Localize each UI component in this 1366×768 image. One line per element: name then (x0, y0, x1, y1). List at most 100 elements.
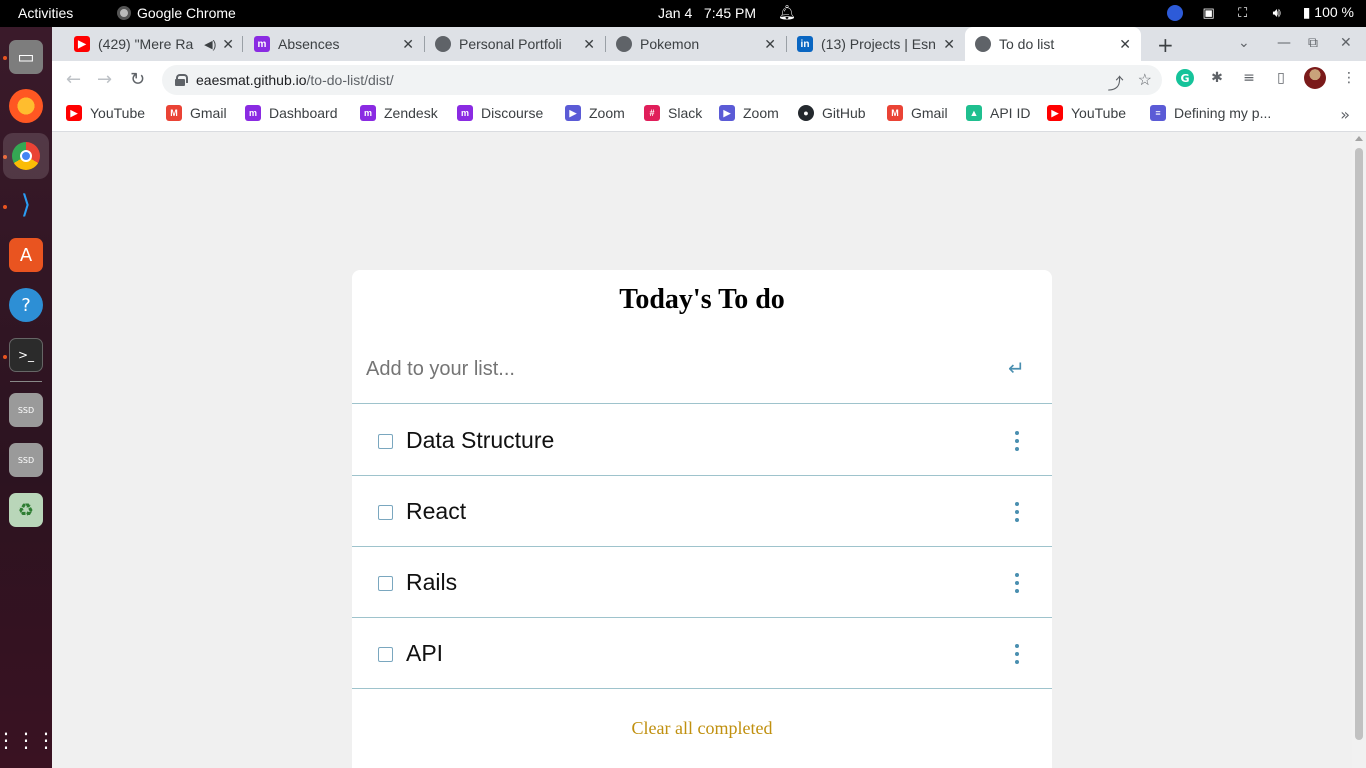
more-options-icon[interactable] (1012, 502, 1022, 522)
browser-window: ▶ (429) "Mere Ra ◀) ✕ m Absences ✕ Perso… (52, 27, 1366, 768)
tab-linkedin[interactable]: in (13) Projects | Esn ✕ (787, 27, 965, 61)
brand-icon: m (245, 105, 261, 121)
bookmark-label: YouTube (1071, 105, 1127, 121)
files-icon[interactable]: ▭ (9, 40, 43, 74)
vscode-icon[interactable]: ⟩ (9, 188, 43, 222)
bookmark-gmail[interactable]: M Gmail (166, 105, 227, 121)
trash-icon[interactable]: ♻ (9, 493, 43, 527)
disk-icon[interactable]: SSD (9, 393, 43, 427)
add-todo-input[interactable] (366, 354, 986, 384)
bookmark-star-icon[interactable]: ☆ (1138, 70, 1152, 94)
todo-item: API (352, 618, 1052, 689)
network-icon: ⛶ (1238, 4, 1248, 20)
clear-completed-button[interactable]: Clear all completed (352, 718, 1052, 739)
more-options-icon[interactable] (1012, 644, 1022, 664)
enter-icon[interactable]: ↵ (1008, 356, 1025, 380)
bookmark-label: Zendesk (384, 105, 438, 121)
todo-label[interactable]: Rails (406, 569, 457, 596)
tab-absences[interactable]: m Absences ✕ (244, 27, 424, 61)
bookmark-label: Dashboard (269, 105, 338, 121)
tab-portfolio[interactable]: Personal Portfoli ✕ (425, 27, 605, 61)
disk-icon[interactable]: SSD (9, 443, 43, 477)
bookmark-dashboard[interactable]: m Dashboard (245, 105, 338, 121)
minimize-icon[interactable]: — (1277, 35, 1291, 51)
app-menu[interactable]: Google Chrome (117, 5, 236, 21)
tab-search-icon[interactable]: ⌄ (1238, 35, 1250, 51)
clock[interactable]: Jan 4 7:45 PM (658, 5, 756, 21)
slack-icon: # (644, 105, 660, 121)
help-icon[interactable]: ? (9, 288, 43, 322)
software-center-icon[interactable]: A (9, 238, 43, 272)
todo-label[interactable]: React (406, 498, 466, 525)
scrollbar-thumb[interactable] (1355, 148, 1363, 740)
bookmark-youtube[interactable]: ▶ YouTube (1047, 105, 1126, 121)
audio-icon[interactable]: ◀) (204, 38, 216, 51)
tab-todo-list[interactable]: To do list ✕ (965, 27, 1141, 61)
menu-icon[interactable]: ⋮ (1340, 69, 1358, 87)
lock-icon[interactable] (174, 74, 188, 86)
close-tab-icon[interactable]: ✕ (943, 36, 955, 53)
todo-checkbox[interactable] (378, 434, 393, 449)
close-tab-icon[interactable]: ✕ (583, 36, 595, 53)
bookmark-label: YouTube (90, 105, 146, 121)
tab-youtube[interactable]: ▶ (429) "Mere Ra ◀) ✕ (64, 27, 244, 61)
firefox-icon[interactable] (9, 89, 43, 123)
media-icon[interactable]: ≡ (1240, 69, 1258, 87)
tab-pokemon[interactable]: Pokemon ✕ (606, 27, 786, 61)
todo-checkbox[interactable] (378, 576, 393, 591)
bookmark-label: Zoom (743, 105, 779, 121)
bookmarks-bar: ▶ YouTube M Gmail m Dashboard m Zendesk m Dis… (52, 99, 1366, 132)
zoom-tray-icon[interactable] (1166, 4, 1183, 21)
extensions-icon[interactable]: ✱ (1208, 69, 1226, 87)
app-name: Google Chrome (137, 5, 236, 21)
tab-title: Absences (278, 36, 340, 52)
back-icon[interactable]: ← (66, 69, 81, 90)
more-options-icon[interactable] (1012, 431, 1022, 451)
chrome-dock-icon[interactable] (3, 133, 49, 179)
close-window-icon[interactable]: ✕ (1340, 35, 1352, 51)
bookmark-github[interactable]: ● GitHub (798, 105, 866, 121)
address-bar[interactable]: eaesmat.github.io/to-do-list/dist/ ⤴ ☆ (162, 65, 1162, 95)
bookmark-youtube[interactable]: ▶ YouTube (66, 105, 145, 121)
bookmark-label: Defining my p... (1174, 105, 1272, 121)
forward-icon[interactable]: → (97, 69, 112, 90)
battery-label: 100 % (1314, 4, 1354, 20)
bookmark-gmail[interactable]: M Gmail (887, 105, 948, 121)
more-bookmarks-icon[interactable]: » (1340, 105, 1350, 124)
activities-button[interactable]: Activities (18, 5, 73, 21)
close-tab-icon[interactable]: ✕ (1119, 36, 1131, 53)
globe-icon (975, 36, 991, 52)
bookmark-zendesk[interactable]: m Zendesk (360, 105, 438, 121)
todo-checkbox[interactable] (378, 647, 393, 662)
todo-label[interactable]: Data Structure (406, 427, 554, 454)
close-tab-icon[interactable]: ✕ (402, 36, 414, 53)
terminal-icon[interactable]: >_ (9, 338, 43, 372)
todo-label[interactable]: API (406, 640, 443, 667)
close-tab-icon[interactable]: ✕ (764, 36, 776, 53)
todo-checkbox[interactable] (378, 505, 393, 520)
restore-icon[interactable]: ⧉ (1308, 35, 1318, 51)
profile-avatar[interactable] (1304, 67, 1326, 89)
scroll-up-icon[interactable] (1355, 136, 1363, 141)
share-icon[interactable]: ⤴ (1108, 70, 1124, 94)
grammarly-icon[interactable]: G (1176, 69, 1194, 87)
system-tray[interactable]: ▣ ⛶ 🔊︎ ▮ 100 % (1166, 4, 1354, 21)
zoom-icon: ▶ (719, 105, 735, 121)
app-grid-icon[interactable]: ⋮⋮⋮ (0, 723, 56, 757)
close-tab-icon[interactable]: ✕ (222, 36, 234, 53)
bookmark-discourse[interactable]: m Discourse (457, 105, 543, 121)
bookmark-zoom[interactable]: ▶ Zoom (719, 105, 779, 121)
bookmark-api-id[interactable]: ▲ API ID (966, 105, 1030, 121)
youtube-icon: ▶ (1047, 105, 1063, 121)
new-tab-icon[interactable]: + (1157, 33, 1174, 57)
more-options-icon[interactable] (1012, 573, 1022, 593)
youtube-icon: ▶ (74, 36, 90, 52)
tab-title: To do list (999, 36, 1055, 52)
system-top-bar: Activities Google Chrome Jan 4 7:45 PM 🔔… (0, 0, 1366, 27)
page-scrollbar[interactable] (1352, 132, 1366, 768)
bookmark-slack[interactable]: # Slack (644, 105, 702, 121)
bookmark-zoom[interactable]: ▶ Zoom (565, 105, 625, 121)
side-panel-icon[interactable]: ▯ (1272, 69, 1290, 87)
reload-icon[interactable]: ↻ (130, 69, 145, 90)
bookmark-defining[interactable]: ≡ Defining my p... (1150, 105, 1271, 121)
